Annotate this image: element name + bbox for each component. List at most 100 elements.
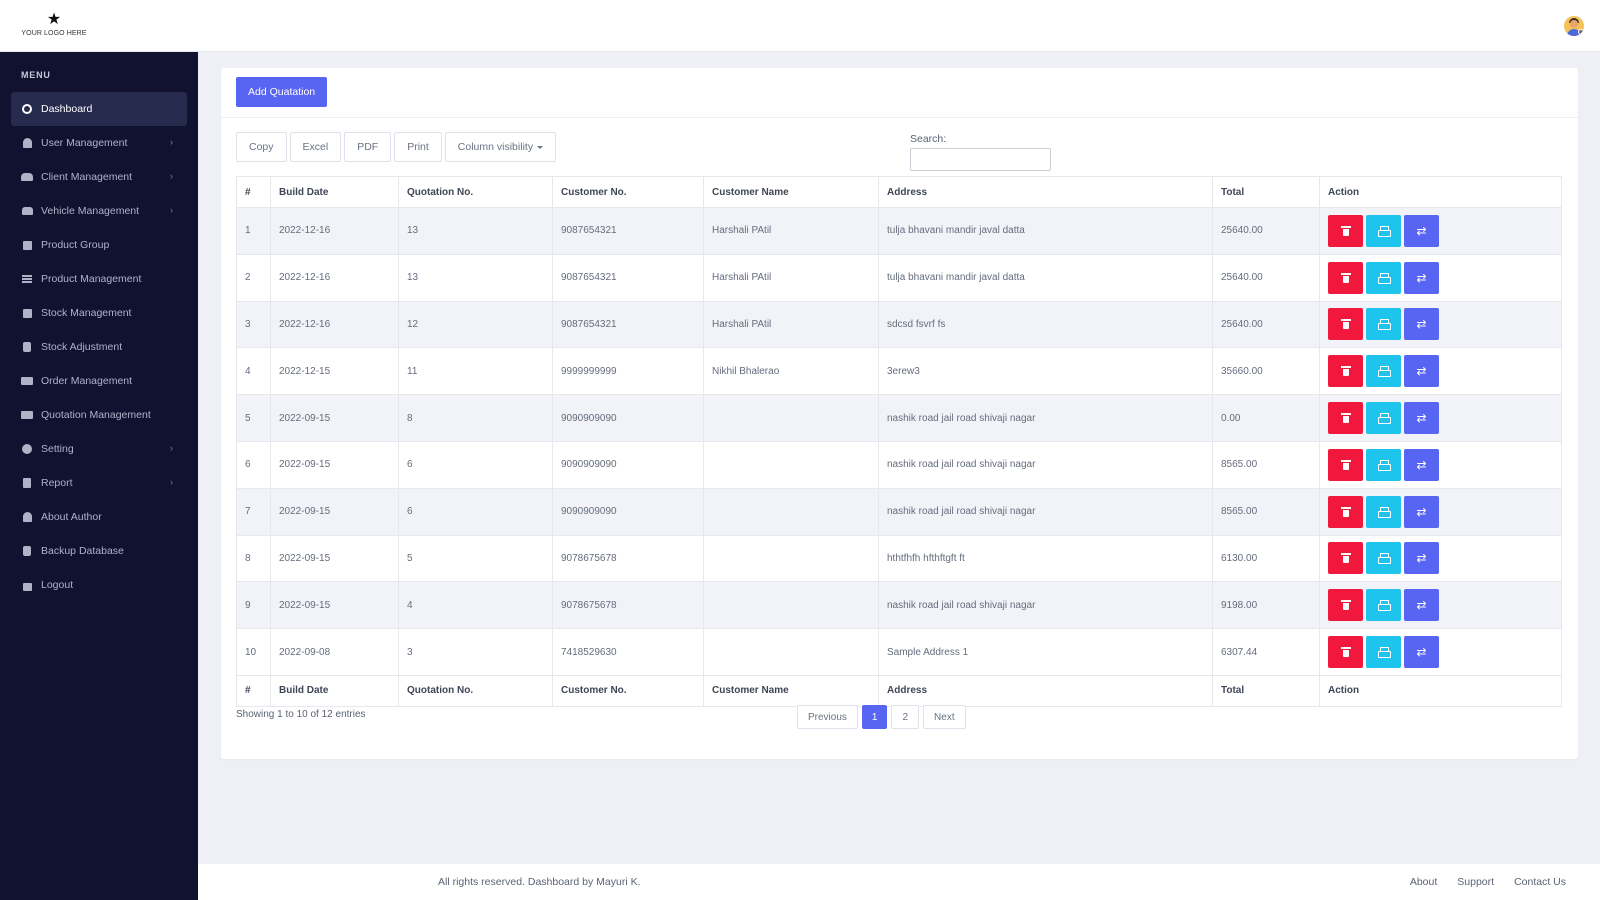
sidebar-item-stock-management[interactable]: Stock Management (11, 296, 187, 330)
convert-button[interactable]: ⇄ (1404, 214, 1439, 247)
sidebar-item-dashboard[interactable]: Dashboard (11, 92, 187, 126)
delete-button[interactable] (1328, 542, 1363, 575)
cell-customer-no: 9087654321 (552, 253, 704, 302)
column-visibility-button[interactable]: Column visibility (444, 132, 557, 162)
footer-link-about[interactable]: About (1410, 876, 1437, 888)
pdf-button[interactable]: PDF (344, 132, 392, 162)
column-header-build-date: Build Date (270, 176, 399, 208)
search-input[interactable] (910, 148, 1051, 171)
convert-button[interactable]: ⇄ (1404, 308, 1439, 341)
cell-customer-name (703, 534, 879, 583)
cell-build-date: 2022-09-15 (270, 487, 399, 536)
print-button[interactable] (1366, 402, 1401, 435)
convert-button[interactable]: ⇄ (1404, 636, 1439, 669)
delete-button[interactable] (1328, 495, 1363, 528)
sidebar-item-stock-adjustment[interactable]: Stock Adjustment (11, 330, 187, 364)
table-row: 4 2022-12-15 11 9999999999 Nikhil Bhalerao 3e… (236, 347, 1562, 396)
convert-button[interactable]: ⇄ (1404, 448, 1439, 481)
row-actions: ⇄ (1328, 542, 1553, 575)
sidebar-item-product-management[interactable]: Product Management (11, 262, 187, 296)
print-button[interactable] (1366, 448, 1401, 481)
delete-button[interactable] (1328, 589, 1363, 622)
print-button[interactable] (1366, 495, 1401, 528)
trash-icon (1340, 600, 1351, 611)
sidebar-item-order-management[interactable]: Order Management (11, 364, 187, 398)
row-actions: ⇄ (1328, 308, 1553, 341)
column-header-customer-name: Customer Name (703, 176, 879, 208)
cell-address: tulja bhavani mandir javal datta (878, 253, 1213, 302)
delete-button[interactable] (1328, 402, 1363, 435)
user-avatar[interactable] (1564, 16, 1584, 36)
cell-quotation-no: 6 (398, 440, 553, 489)
database-icon (19, 341, 35, 353)
convert-button[interactable]: ⇄ (1404, 402, 1439, 435)
cell-index: 6 (236, 440, 271, 489)
delete-button[interactable] (1328, 355, 1363, 388)
delete-button[interactable] (1328, 636, 1363, 669)
print-button[interactable] (1366, 636, 1401, 669)
excel-button[interactable]: Excel (289, 132, 342, 162)
top-bar: ★ YOUR LOGO HERE (0, 0, 1600, 52)
previous-page-button[interactable]: Previous (797, 705, 858, 729)
sidebar-item-report[interactable]: Report › (11, 466, 187, 500)
sidebar-item-label: Product Management (41, 273, 142, 285)
sidebar-item-label: Order Management (41, 375, 133, 387)
print-button[interactable] (1366, 214, 1401, 247)
row-actions: ⇄ (1328, 214, 1553, 247)
delete-button[interactable] (1328, 308, 1363, 341)
cell-quotation-no: 5 (398, 534, 553, 583)
chevron-right-icon: › (170, 443, 173, 453)
button-label: PDF (357, 141, 379, 153)
cell-customer-no: 7418529630 (552, 628, 704, 676)
sidebar-item-label: Quotation Management (41, 409, 151, 421)
column-header-total: Total (1212, 176, 1320, 208)
footer-link-support[interactable]: Support (1457, 876, 1494, 888)
print-button[interactable]: Print (394, 132, 442, 162)
box-icon (19, 307, 35, 319)
delete-button[interactable] (1328, 261, 1363, 294)
page-button-2[interactable]: 2 (891, 705, 920, 729)
cell-action: ⇄ (1319, 300, 1562, 349)
add-quotation-button[interactable]: Add Quatation (236, 77, 328, 107)
sidebar-item-setting[interactable]: Setting › (11, 432, 187, 466)
print-button[interactable] (1366, 589, 1401, 622)
cell-address: Sample Address 1 (878, 628, 1213, 676)
delete-button[interactable] (1328, 214, 1363, 247)
cell-action: ⇄ (1319, 487, 1562, 536)
print-button[interactable] (1366, 355, 1401, 388)
next-page-button[interactable]: Next (923, 705, 966, 729)
sidebar-item-about-author[interactable]: About Author (11, 500, 187, 534)
copy-button[interactable]: Copy (236, 132, 287, 162)
logo[interactable]: ★ YOUR LOGO HERE (18, 12, 90, 38)
column-header-index: # (236, 674, 271, 707)
sidebar-item-logout[interactable]: Logout (11, 568, 187, 602)
convert-button[interactable]: ⇄ (1404, 261, 1439, 294)
cell-quotation-no: 13 (398, 207, 553, 255)
cell-customer-name: Harshali PAtil (703, 253, 879, 302)
cell-action: ⇄ (1319, 207, 1562, 255)
print-button[interactable] (1366, 261, 1401, 294)
table-row: 6 2022-09-15 6 9090909090 nashik road jail r… (236, 440, 1562, 489)
sidebar-item-vehicle-management[interactable]: Vehicle Management › (11, 194, 187, 228)
page-button-1[interactable]: 1 (861, 705, 888, 729)
print-button[interactable] (1366, 308, 1401, 341)
cell-total: 8565.00 (1212, 440, 1320, 489)
column-header-index: # (236, 176, 271, 208)
convert-button[interactable]: ⇄ (1404, 589, 1439, 622)
sidebar-item-product-group[interactable]: Product Group (11, 228, 187, 262)
row-actions: ⇄ (1328, 636, 1553, 669)
swap-icon: ⇄ (1416, 411, 1427, 426)
sidebar-item-quotation-management[interactable]: Quotation Management (11, 398, 187, 432)
swap-icon: ⇄ (1416, 551, 1427, 566)
sidebar-item-backup-database[interactable]: Backup Database (11, 534, 187, 568)
convert-button[interactable]: ⇄ (1404, 542, 1439, 575)
cell-build-date: 2022-09-15 (270, 581, 399, 630)
sidebar-item-user-management[interactable]: User Management › (11, 126, 187, 160)
convert-button[interactable]: ⇄ (1404, 495, 1439, 528)
footer-link-contact-us[interactable]: Contact Us (1514, 876, 1566, 888)
row-actions: ⇄ (1328, 402, 1553, 435)
delete-button[interactable] (1328, 448, 1363, 481)
sidebar-item-client-management[interactable]: Client Management › (11, 160, 187, 194)
print-button[interactable] (1366, 542, 1401, 575)
convert-button[interactable]: ⇄ (1404, 355, 1439, 388)
